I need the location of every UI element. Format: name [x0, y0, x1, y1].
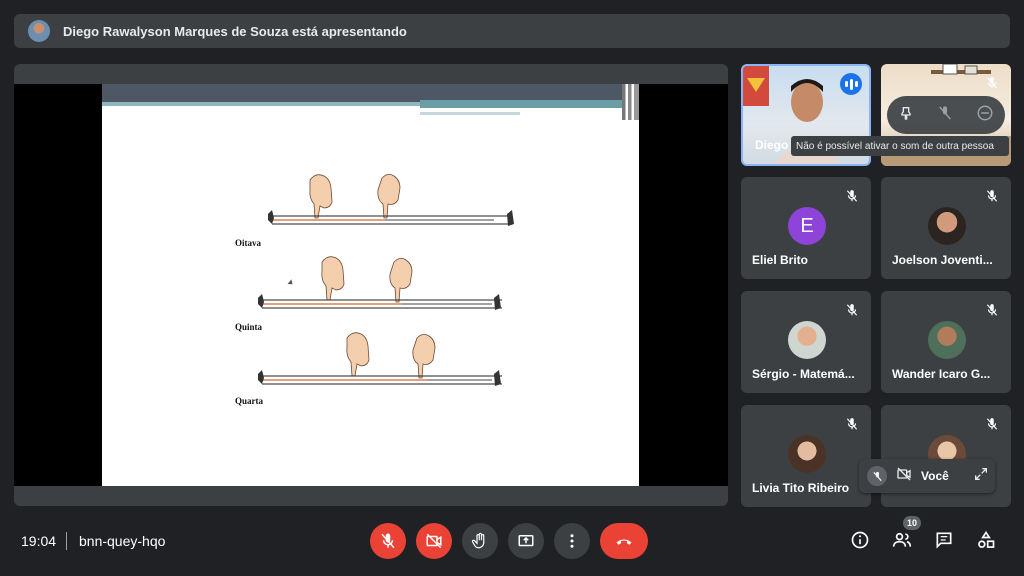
hand-icon: [471, 532, 485, 549]
expand-icon[interactable]: [973, 466, 989, 487]
avatar: [788, 321, 826, 359]
tile-joelson[interactable]: Joelson Joventi...: [881, 177, 1011, 279]
avatar: [928, 321, 966, 359]
activities-button[interactable]: [974, 528, 998, 552]
string-quarta-graphic: [258, 332, 502, 386]
string-diagram-quinta: Quinta: [102, 252, 639, 332]
string-quinta-graphic: [258, 256, 502, 310]
self-view-pill[interactable]: Você: [859, 459, 995, 493]
camera-off-icon: [426, 533, 442, 549]
self-label: Você: [921, 469, 949, 483]
meeting-code: bnn-quey-hqo: [79, 533, 166, 549]
activities-icon: [978, 530, 995, 548]
meeting-time: 19:04: [21, 533, 57, 549]
string-oitava-graphic: [268, 174, 514, 226]
presenting-banner: Diego Rawalyson Marques de Souza está ap…: [14, 14, 1010, 48]
present-screen-button[interactable]: [508, 523, 544, 559]
label-quarta: Quarta: [235, 396, 263, 406]
toggle-camera-button[interactable]: [416, 523, 452, 559]
tile-eliel-brito[interactable]: E Eliel Brito: [741, 177, 871, 279]
raise-hand-button[interactable]: [462, 523, 498, 559]
remove-participant-icon[interactable]: [976, 104, 994, 127]
mic-off-icon: [981, 299, 1003, 321]
mic-off-icon: [981, 185, 1003, 207]
tooltip: Não é possível ativar o som de outra pes…: [791, 136, 1009, 156]
string-diagram-oitava: Oitava: [102, 168, 639, 248]
tile-name: Livia Tito Ribeiro: [752, 481, 850, 495]
tile-name: Joelson Joventi...: [892, 253, 993, 267]
mic-off-icon: [381, 533, 395, 549]
presentation-viewport: Oitava Quinta Quarta: [14, 84, 728, 486]
tile-sergio[interactable]: Sérgio - Matemá...: [741, 291, 871, 393]
info-icon: [851, 531, 869, 549]
mic-off-icon: [981, 413, 1003, 435]
avatar: [788, 435, 826, 473]
chat-icon: [936, 532, 952, 549]
tile-name: Wander Icaro G...: [892, 367, 991, 381]
self-camera-off-icon: [895, 466, 913, 487]
tile-hover-controls: [887, 96, 1005, 134]
mic-off-icon: [841, 185, 863, 207]
label-oitava: Oitava: [235, 238, 261, 248]
hang-up-icon: [616, 539, 632, 545]
avatar: E: [788, 207, 826, 245]
more-options-button[interactable]: [554, 523, 590, 559]
present-icon: [518, 535, 534, 547]
meeting-details-button[interactable]: [848, 528, 872, 552]
presenting-text: Diego Rawalyson Marques de Souza está ap…: [63, 23, 407, 39]
presenter-avatar: [28, 20, 50, 42]
presentation-stage[interactable]: Oitava Quinta Quarta: [14, 64, 728, 506]
tile-wander[interactable]: Wander Icaro G...: [881, 291, 1011, 393]
divider: [66, 532, 67, 550]
bottom-control-bar: 19:04 bnn-quey-hqo: [0, 516, 1024, 576]
mute-participant-icon[interactable]: [937, 105, 953, 126]
pin-icon[interactable]: [898, 105, 914, 126]
slide-header-graphic: [102, 84, 639, 120]
mic-off-icon: [841, 299, 863, 321]
chat-button[interactable]: [932, 528, 956, 552]
people-button[interactable]: [890, 528, 914, 552]
string-diagram-quarta: Quarta: [102, 330, 639, 410]
slide: Oitava Quinta Quarta: [102, 84, 639, 486]
leave-call-button[interactable]: [600, 523, 648, 559]
avatar: [928, 207, 966, 245]
people-count-badge: 10: [903, 516, 921, 530]
people-icon: [892, 532, 912, 547]
tile-name: Eliel Brito: [752, 253, 809, 267]
mic-off-icon: [981, 72, 1003, 94]
more-vert-icon: [570, 534, 574, 548]
tile-name: Sérgio - Matemá...: [752, 367, 855, 381]
self-mic-off-icon: [867, 466, 887, 486]
toggle-mic-button[interactable]: [370, 523, 406, 559]
speaking-icon: [840, 73, 862, 95]
tile-livia[interactable]: Livia Tito Ribeiro: [741, 405, 871, 507]
mic-off-icon: [841, 413, 863, 435]
tile-name: Diego: [755, 138, 789, 152]
